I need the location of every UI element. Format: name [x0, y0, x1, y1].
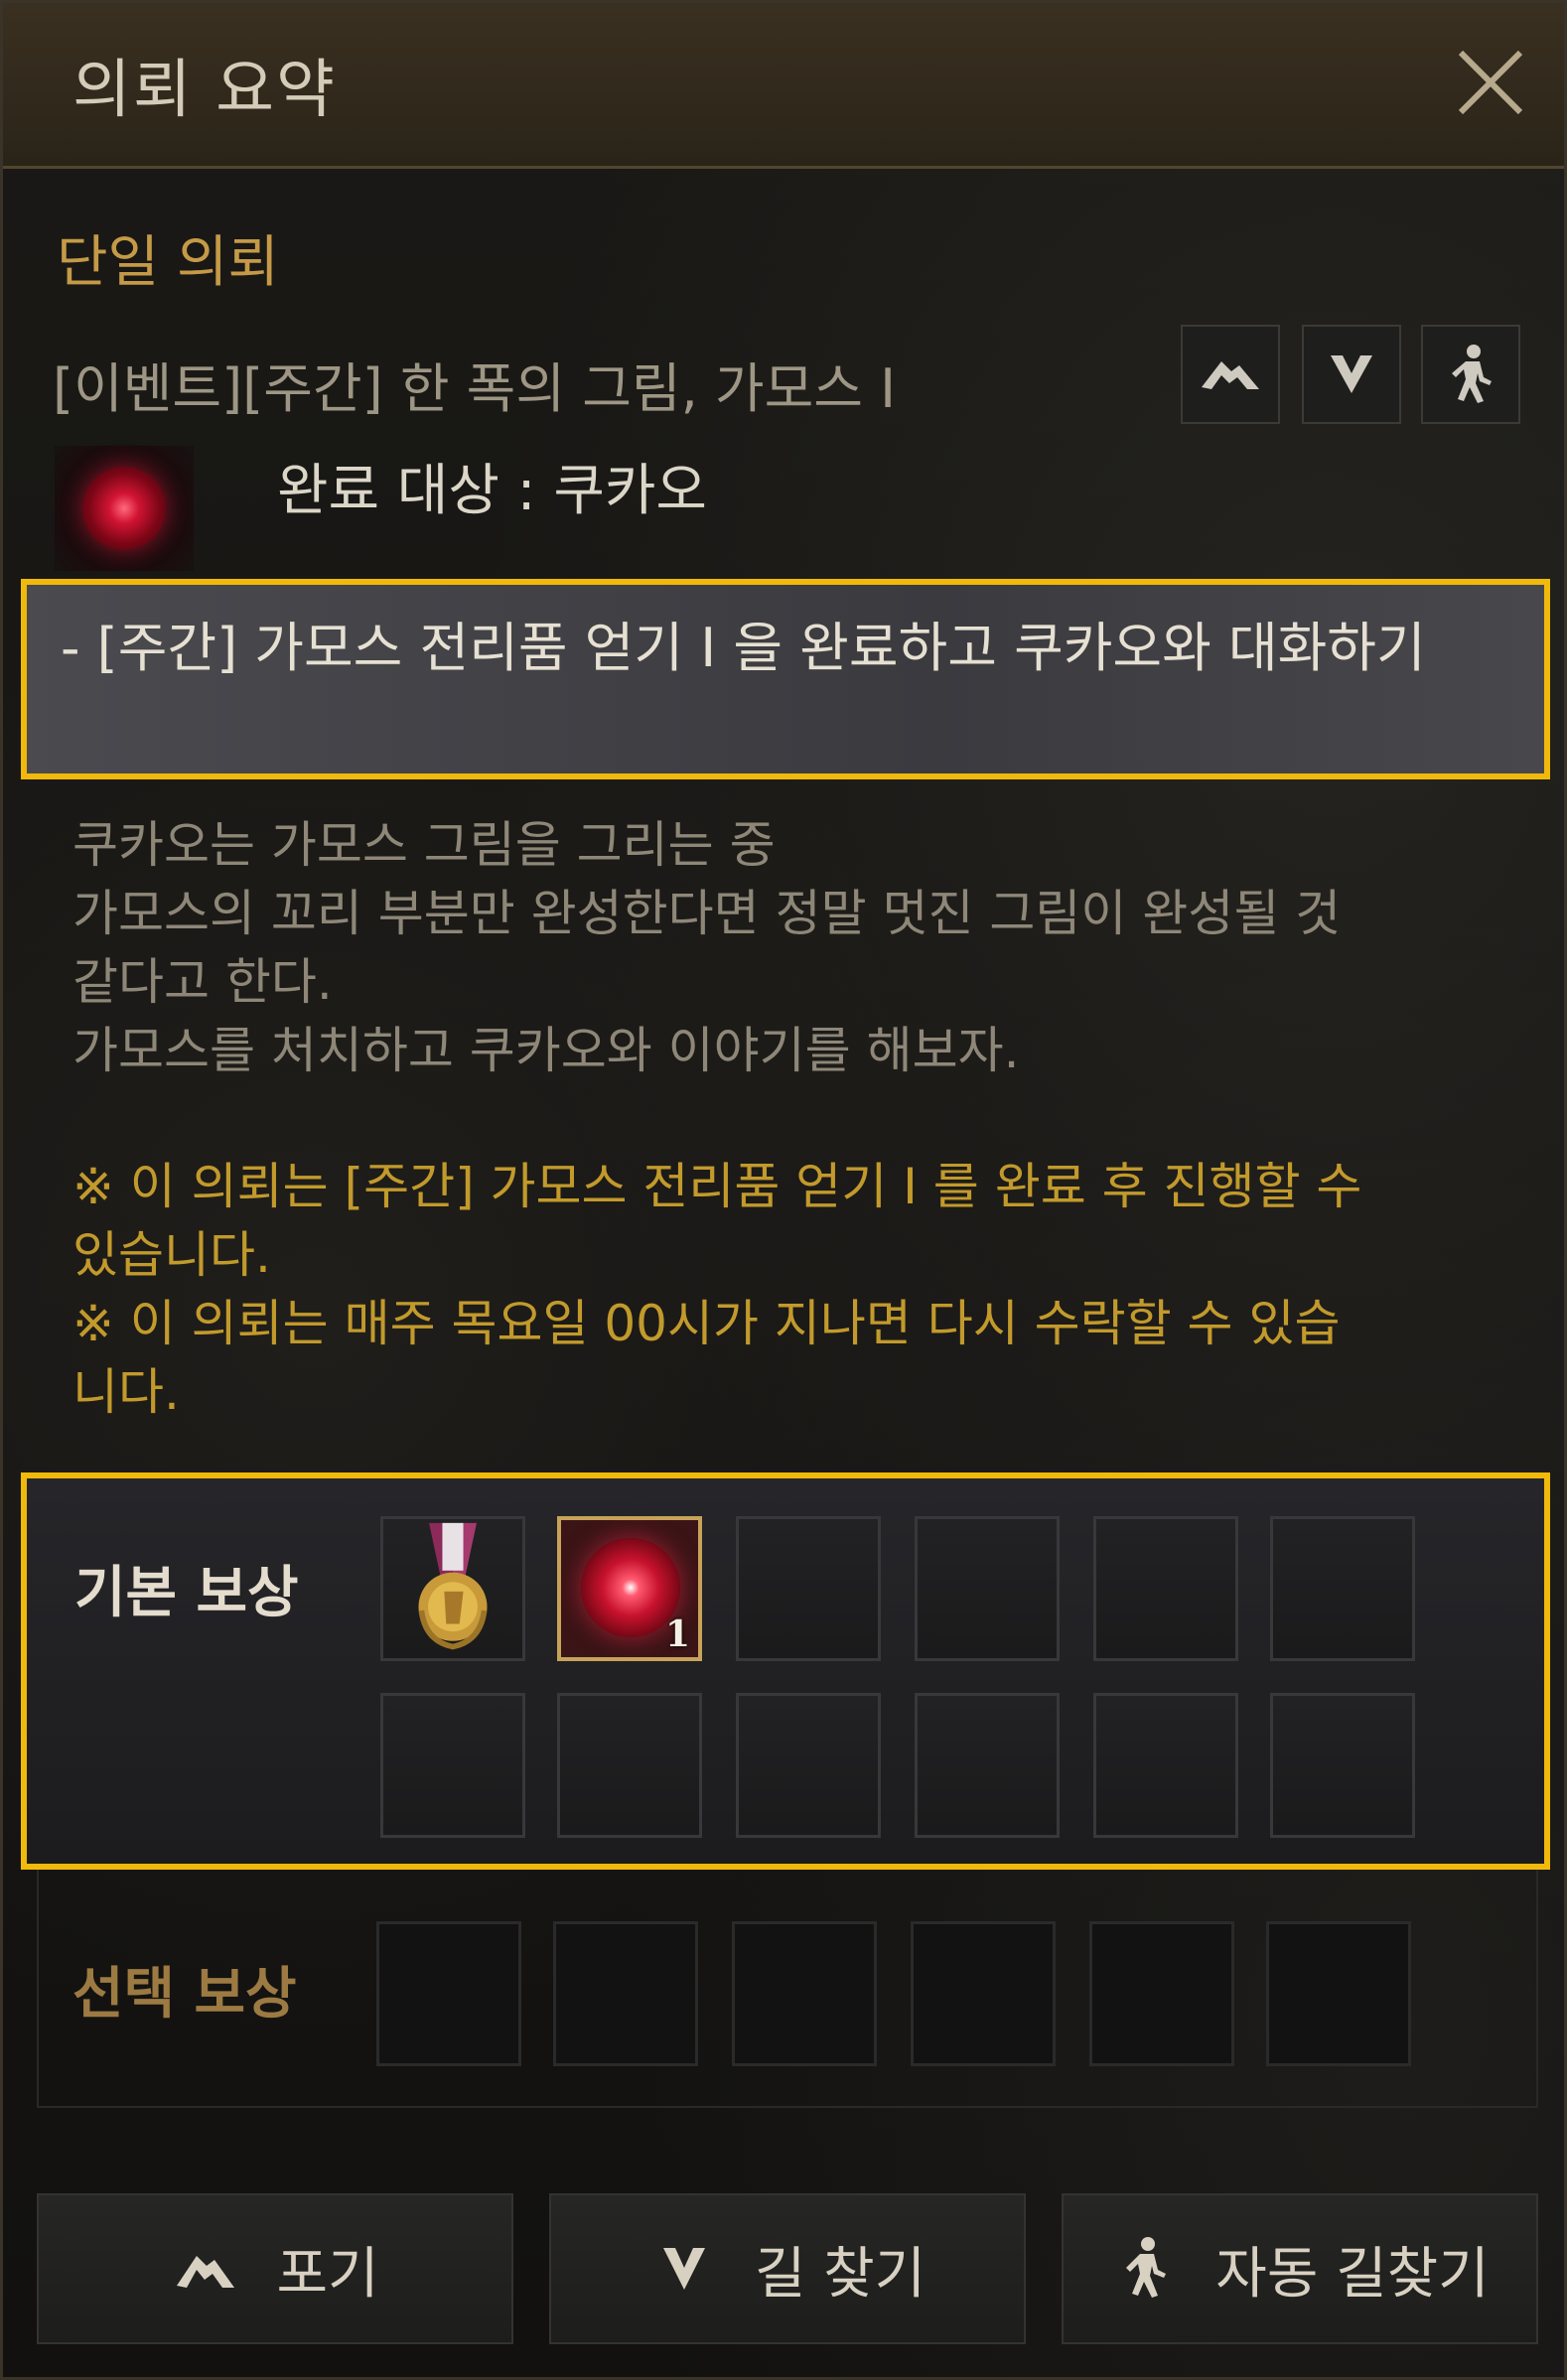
reward-slot-empty [915, 1693, 1060, 1838]
choice-slot-empty [1089, 1921, 1234, 2066]
auto-pathfind-button[interactable]: 자동 길찾기 [1062, 2193, 1538, 2344]
give-up-mini-button[interactable] [1181, 325, 1280, 424]
section-label: 단일 의뢰 [57, 230, 279, 295]
chevron-down-icon [662, 2248, 705, 2290]
give-up-button[interactable]: 포기 [37, 2193, 513, 2344]
reward-slot-empty [1270, 1693, 1415, 1838]
mountain-up-icon [177, 2256, 235, 2288]
chevron-down-icon [1331, 355, 1372, 393]
pathfind-button[interactable]: 길 찾기 [549, 2193, 1026, 2344]
quest-description: 쿠카오는 가모스 그림을 그리는 중 가모스의 꼬리 부분만 완성한다면 정말 … [72, 816, 1342, 1079]
choice-slot-empty [376, 1921, 521, 2066]
mountain-up-icon [1202, 361, 1259, 389]
reward-slot-empty [557, 1693, 702, 1838]
reward-slot-empty [380, 1693, 525, 1838]
red-orb-icon [82, 467, 166, 550]
basic-reward-box: 기본 보상 1 [21, 1472, 1550, 1870]
objective-text: - [주간] 가모스 전리품 얻기 I 을 완료하고 쿠카오와 대화하기 [61, 617, 1426, 679]
choice-slot-empty [1266, 1921, 1411, 2066]
item-count: 1 [664, 1613, 690, 1655]
pathfind-label: 길 찾기 [754, 2241, 926, 2307]
title-bar: 의뢰 요약 [3, 3, 1564, 169]
medal-icon [418, 1522, 488, 1650]
reward-slot-empty [736, 1693, 881, 1838]
give-up-label: 포기 [276, 2241, 379, 2307]
auto-pathfind-label: 자동 길찾기 [1215, 2241, 1490, 2307]
choice-slot-empty [732, 1921, 877, 2066]
quest-notes: ※ 이 의뢰는 [주간] 가모스 전리품 얻기 I 를 완료 후 진행할 수 있… [72, 1158, 1362, 1421]
reward-slot-empty [915, 1516, 1060, 1661]
close-button[interactable] [1449, 41, 1532, 124]
walking-person-icon [1126, 2237, 1167, 2298]
reward-slot-empty [1270, 1516, 1415, 1661]
reward-slot-empty [1093, 1516, 1238, 1661]
quest-summary-window: 의뢰 요약 단일 의뢰 [이벤트][주간] 한 폭의 그림, 가모스 I 완료 … [0, 0, 1567, 2380]
choice-reward-label: 선택 보상 [72, 1962, 297, 2027]
choice-slot-empty [553, 1921, 698, 2066]
quest-name: [이벤트][주간] 한 폭의 그림, 가모스 I [53, 357, 897, 420]
reward-slot-empty [1093, 1693, 1238, 1838]
quest-icon [55, 446, 194, 571]
close-icon [1458, 50, 1523, 115]
reward-slot-medal[interactable] [380, 1516, 525, 1661]
auto-pathfind-mini-button[interactable] [1421, 325, 1520, 424]
pathfind-mini-button[interactable] [1302, 325, 1401, 424]
completion-target: 완료 대상 : 쿠카오 [277, 459, 707, 523]
walking-person-icon [1452, 345, 1492, 403]
objective-box: - [주간] 가모스 전리품 얻기 I 을 완료하고 쿠카오와 대화하기 [21, 579, 1550, 779]
reward-slot-empty [736, 1516, 881, 1661]
window-title: 의뢰 요약 [72, 54, 337, 127]
choice-slot-empty [911, 1921, 1056, 2066]
basic-reward-label: 기본 보상 [74, 1561, 299, 1625]
reward-slot-orb[interactable]: 1 [557, 1516, 702, 1661]
